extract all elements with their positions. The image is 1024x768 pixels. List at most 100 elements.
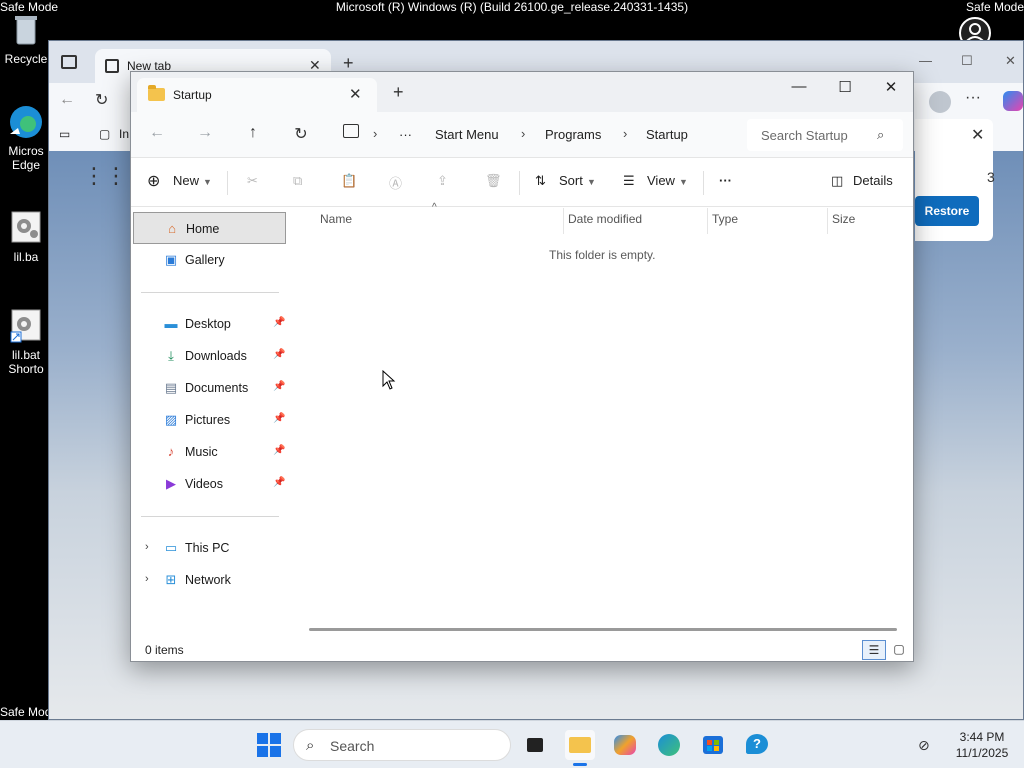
column-header-type[interactable]: Type xyxy=(712,212,738,226)
pin-icon[interactable]: 📌 xyxy=(273,317,285,328)
desktop-icon: ▬ xyxy=(164,316,178,331)
nav-item-label: Home xyxy=(186,222,220,236)
nav-item-pictures[interactable]: ▨ Pictures 📌 xyxy=(133,404,286,436)
monitor-icon[interactable] xyxy=(343,124,359,138)
column-header-name[interactable]: Name xyxy=(320,212,352,226)
chevron-right-icon[interactable]: › xyxy=(373,126,377,141)
explorer-tab[interactable]: Startup ✕ xyxy=(137,78,377,112)
pin-icon[interactable]: 📌 xyxy=(273,413,285,424)
nav-item-downloads[interactable]: ⤓ Downloads 📌 xyxy=(133,340,286,372)
large-icons-view-icon[interactable]: ▢ xyxy=(887,640,911,660)
back-icon[interactable]: ← xyxy=(59,91,75,109)
tab-actions-icon[interactable] xyxy=(61,55,77,69)
chevron-down-icon: ▼ xyxy=(587,177,596,187)
desktop-icon-edge[interactable]: Micros Edge xyxy=(0,104,52,172)
copilot-icon[interactable] xyxy=(610,730,640,760)
column-header-size[interactable]: Size xyxy=(832,212,855,226)
column-separator[interactable] xyxy=(707,208,708,234)
apps-grid-icon[interactable]: ⋮⋮ xyxy=(83,163,127,189)
new-button[interactable]: New xyxy=(173,173,199,188)
close-icon[interactable]: ✕ xyxy=(349,85,362,103)
column-separator[interactable] xyxy=(827,208,828,234)
file-explorer-icon[interactable] xyxy=(565,730,595,766)
restore-button[interactable]: Restore xyxy=(915,196,979,226)
taskbar-search-input[interactable]: ⌕ Search xyxy=(293,729,511,761)
profile-avatar[interactable] xyxy=(929,91,951,113)
new-tab-page-icon xyxy=(105,59,119,73)
start-button[interactable] xyxy=(257,733,281,757)
details-button[interactable]: Details xyxy=(853,173,893,188)
breadcrumb-programs[interactable]: Programs xyxy=(545,127,601,142)
sort-button[interactable]: Sort xyxy=(559,173,583,188)
rename-icon[interactable]: Ⓐ xyxy=(389,173,402,192)
nav-item-music[interactable]: ♪ Music 📌 xyxy=(133,436,286,468)
pin-icon[interactable]: 📌 xyxy=(273,445,285,456)
desktop-icon-recycle-bin[interactable]: Recycle xyxy=(0,12,52,66)
column-header-date-modified[interactable]: Date modified xyxy=(568,212,642,226)
get-help-icon[interactable]: ? xyxy=(742,730,772,760)
active-app-indicator xyxy=(573,763,587,766)
delete-icon[interactable]: 🗑 xyxy=(485,173,502,189)
refresh-icon[interactable]: ↻ xyxy=(291,124,311,144)
build-title: Microsoft (R) Windows (R) (Build 26100.g… xyxy=(335,0,689,14)
file-list: ^ Name Date modified Type Size This fold… xyxy=(291,202,913,638)
ellipsis-icon[interactable]: ··· xyxy=(399,127,412,142)
desktop-icon-label: Micros xyxy=(8,144,44,158)
chevron-right-icon[interactable]: › xyxy=(521,126,525,141)
pin-icon[interactable]: 📌 xyxy=(273,381,285,392)
view-button[interactable]: View xyxy=(647,173,675,188)
copy-icon[interactable]: ⧉ xyxy=(293,173,302,189)
maximize-icon[interactable]: ☐ xyxy=(833,78,857,96)
share-icon[interactable]: ⇪ xyxy=(437,173,448,189)
explorer-command-bar: ⊕ New ▼ ✂ ⧉ 📋 Ⓐ ⇪ 🗑 ⇅ Sort ▼ ☰ View ▼ ··… xyxy=(131,159,913,207)
import-favorites-icon[interactable]: ▢ xyxy=(99,127,110,141)
up-icon[interactable]: ↑ xyxy=(243,124,263,142)
network-disconnected-icon[interactable]: ⊘ xyxy=(918,737,930,754)
paste-icon[interactable]: 📋 xyxy=(341,173,357,189)
cut-icon[interactable]: ✂ xyxy=(247,173,258,189)
maximize-icon[interactable]: ☐ xyxy=(961,53,973,69)
edge-icon[interactable] xyxy=(654,730,684,760)
nav-item-documents[interactable]: ▤ Documents 📌 xyxy=(133,372,286,404)
breadcrumb-startup[interactable]: Startup xyxy=(646,127,688,142)
breadcrumb-start-menu[interactable]: Start Menu xyxy=(435,127,499,142)
close-icon[interactable]: ✕ xyxy=(971,125,984,145)
favorites-bar-label[interactable]: In xyxy=(119,127,129,141)
refresh-icon[interactable]: ↻ xyxy=(95,90,108,110)
more-options-button[interactable]: ··· xyxy=(719,173,732,188)
column-separator[interactable] xyxy=(563,208,564,234)
pin-icon[interactable]: 📌 xyxy=(273,349,285,360)
minimize-icon[interactable]: — xyxy=(787,78,811,95)
chevron-right-icon[interactable]: › xyxy=(145,573,149,585)
more-icon[interactable]: ··· xyxy=(965,89,981,107)
nav-item-this-pc[interactable]: › ▭ This PC xyxy=(133,532,286,564)
network-icon: ⊞ xyxy=(165,572,177,587)
close-icon[interactable]: ✕ xyxy=(879,78,903,96)
forward-icon[interactable]: → xyxy=(195,124,215,142)
details-view-icon[interactable]: ☰ xyxy=(862,640,886,660)
copilot-icon[interactable] xyxy=(1003,91,1023,111)
minimize-icon[interactable]: — xyxy=(919,53,932,68)
task-view-icon[interactable] xyxy=(520,730,550,760)
nav-item-home[interactable]: ⌂ Home xyxy=(133,212,286,244)
desktop-icon-lil-bat[interactable]: lil.ba xyxy=(0,210,52,264)
reading-view-icon[interactable]: ▭ xyxy=(59,127,70,141)
clock[interactable]: 3:44 PM 11/1/2025 xyxy=(944,729,1020,761)
search-input[interactable]: Search Startup ⌕ xyxy=(747,119,903,151)
nav-item-label: Downloads xyxy=(185,349,247,363)
nav-item-videos[interactable]: ▶ Videos 📌 xyxy=(133,468,286,500)
chevron-right-icon[interactable]: › xyxy=(145,541,149,553)
horizontal-scrollbar[interactable] xyxy=(309,628,897,631)
details-pane-icon: ◫ xyxy=(831,173,844,188)
pin-icon[interactable]: 📌 xyxy=(273,477,285,488)
back-icon[interactable]: ← xyxy=(147,124,167,142)
desktop-icon-lil-bat-shortcut[interactable]: lil.bat Shorto xyxy=(0,308,52,376)
close-icon[interactable]: ✕ xyxy=(1005,53,1016,69)
chevron-right-icon[interactable]: › xyxy=(623,126,627,141)
nav-item-gallery[interactable]: ▣ Gallery xyxy=(133,244,286,276)
store-icon[interactable] xyxy=(698,730,728,760)
nav-item-network[interactable]: › ⊞ Network xyxy=(133,564,286,596)
safe-mode-label-bottom-left: Safe Mod xyxy=(0,705,52,719)
plus-icon[interactable]: + xyxy=(393,82,404,103)
nav-item-desktop[interactable]: ▬ Desktop 📌 xyxy=(133,308,286,340)
